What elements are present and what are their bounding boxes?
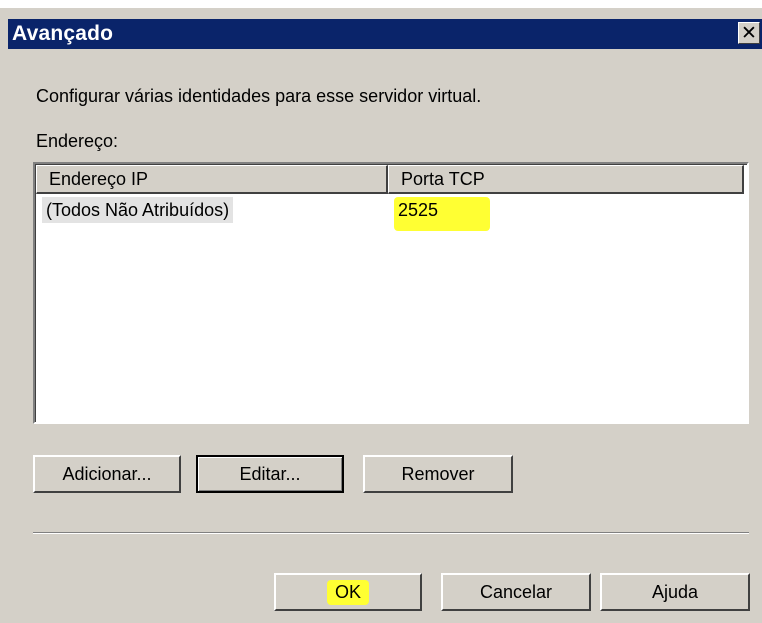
advanced-dialog: Avançado ✕ Configurar várias identidades…: [0, 8, 762, 623]
edit-button[interactable]: Editar...: [196, 455, 344, 493]
description-text: Configurar várias identidades para esse …: [36, 86, 482, 106]
close-button[interactable]: ✕: [738, 22, 760, 44]
listview-frame: Endereço IP Porta TCP (Todos Não Atribuí…: [35, 164, 747, 422]
help-button[interactable]: Ajuda: [600, 573, 750, 611]
separator: [33, 532, 749, 534]
table-row-port-cell[interactable]: 2525: [394, 197, 490, 231]
ok-button[interactable]: OK: [274, 573, 422, 611]
column-header-tcp-port[interactable]: Porta TCP: [388, 165, 744, 194]
remove-button[interactable]: Remover: [363, 455, 513, 493]
cancel-button[interactable]: Cancelar: [441, 573, 591, 611]
close-icon: ✕: [741, 22, 757, 44]
add-button[interactable]: Adicionar...: [33, 455, 181, 493]
address-listview[interactable]: Endereço IP Porta TCP (Todos Não Atribuí…: [33, 162, 749, 424]
title-bar[interactable]: Avançado ✕: [8, 19, 762, 49]
column-header-ip-address[interactable]: Endereço IP: [36, 165, 388, 194]
table-row-ip-cell[interactable]: (Todos Não Atribuídos): [42, 197, 234, 223]
window-title: Avançado: [12, 22, 114, 45]
address-label: Endereço:: [36, 131, 119, 151]
ok-button-label: OK: [326, 579, 369, 605]
